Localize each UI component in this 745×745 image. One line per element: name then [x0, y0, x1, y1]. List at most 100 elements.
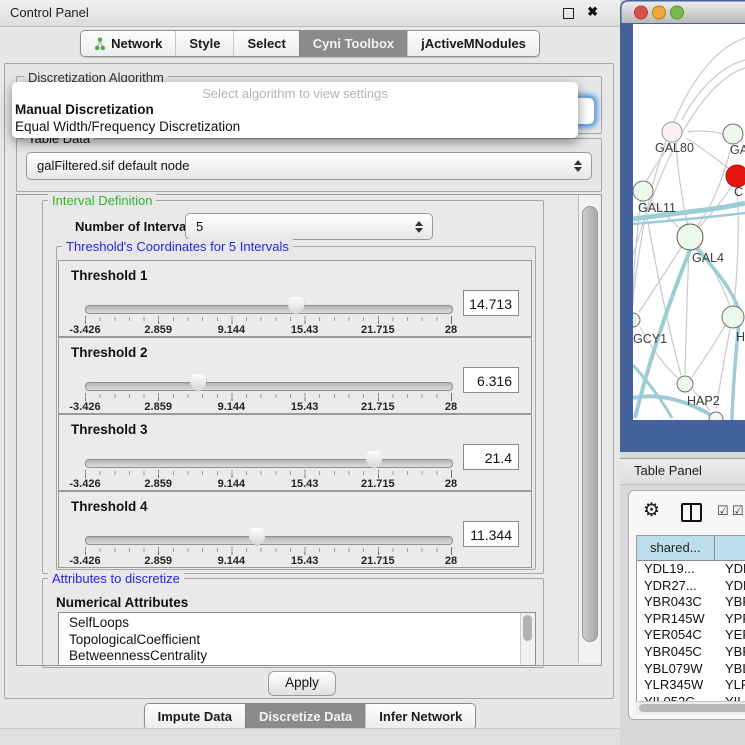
node-label-ga: GA	[730, 143, 745, 157]
horizontal-scrollbar[interactable]	[636, 701, 745, 714]
gear-icon[interactable]: ⚙	[643, 499, 660, 522]
node-h[interactable]	[722, 306, 744, 328]
threshold-2-slider[interactable]: -3.426 2.859 9.144 15.43 21.715 28	[85, 374, 451, 414]
table-row[interactable]: YBR045CYBR0	[637, 644, 745, 661]
slider-minor-ticks	[85, 548, 451, 552]
threshold-panel-1: Threshold 1 -3.426 2.859 9.144 15.43 21.…	[58, 260, 532, 337]
tab-cyni-toolbox[interactable]: Cyni Toolbox	[299, 31, 407, 56]
mac-close-button[interactable]	[635, 6, 648, 19]
table-row[interactable]: YLR345WYLR3	[637, 677, 745, 694]
tab-select[interactable]: Select	[233, 31, 298, 56]
node-gal11[interactable]	[633, 181, 653, 201]
slider-scale: -3.426 2.859 9.144 15.43 21.715 28	[85, 555, 451, 568]
table-row[interactable]: YDL19...YDL1	[637, 561, 745, 578]
table-row[interactable]: YBR043CYBR0	[637, 594, 745, 611]
network-icon	[94, 37, 106, 51]
slider-minor-ticks	[85, 471, 451, 475]
node-label-hap2: HAP2	[687, 394, 720, 408]
attributes-list[interactable]: SelfLoops TopologicalCoefficient Between…	[58, 612, 536, 666]
attributes-group-label: Attributes to discretize	[48, 571, 184, 586]
numerical-attributes-label: Numerical Attributes	[56, 595, 188, 610]
slider-track[interactable]	[85, 459, 453, 468]
table-row[interactable]: YDR27...YDR2	[637, 578, 745, 595]
attributes-list-scrollbar[interactable]	[520, 613, 535, 665]
network-view-window[interactable]: GAL80 GA C GAL11 GAL4 GCY1 H HAP2	[620, 0, 745, 452]
threshold-panel-4: Threshold 4 -3.426 2.859 9.144 15.43 21.…	[58, 491, 532, 568]
table-panel-window: ⚙ ☑ ☑ shared... na YDL19...YDL1 YDR27...…	[628, 490, 745, 720]
num-intervals-value: 5	[196, 219, 203, 234]
slider-track[interactable]	[85, 382, 453, 391]
threshold-2-value-field[interactable]: 6.316	[463, 367, 519, 393]
list-item[interactable]: BetweennessCentrality	[59, 648, 535, 665]
horizontal-scrollbar-thumb[interactable]	[639, 704, 745, 712]
mac-zoom-button[interactable]	[671, 6, 684, 19]
mac-minimize-button[interactable]	[653, 6, 666, 19]
tab-jactivemnodules[interactable]: jActiveMNodules	[407, 31, 539, 56]
close-icon[interactable]: ✖	[587, 4, 598, 20]
node-label-gal80: GAL80	[655, 141, 694, 155]
threshold-1-value-field[interactable]: 14.713	[463, 290, 519, 316]
slider-track[interactable]	[85, 536, 453, 545]
table-row[interactable]: YPR145WYPR1	[637, 611, 745, 628]
tab-network-label: Network	[111, 36, 162, 51]
node-hap2[interactable]	[677, 376, 693, 392]
threshold-1-label: Threshold 1	[71, 268, 148, 283]
column-header-shared-name[interactable]: shared...	[637, 536, 715, 560]
threshold-3-slider[interactable]: -3.426 2.859 9.144 15.43 21.715 28	[85, 451, 451, 491]
list-item[interactable]: SelfLoops	[59, 613, 535, 632]
table-data-value: galFiltered.sif default node	[37, 158, 189, 173]
node-gal4[interactable]	[677, 224, 703, 250]
apply-button[interactable]: Apply	[268, 671, 336, 696]
num-intervals-combobox[interactable]: 5	[185, 213, 433, 240]
table-panel-titlebar: Table Panel	[620, 458, 745, 485]
control-panel-title: Control Panel	[10, 5, 89, 20]
table-row[interactable]: YER054CYER0	[637, 627, 745, 644]
table-data-combobox[interactable]: galFiltered.sif default node	[26, 152, 592, 180]
table-row[interactable]: YBL079WYBL0	[637, 661, 745, 678]
tab-discretize-data[interactable]: Discretize Data	[245, 704, 365, 729]
screen: Control Panel ✖ Network Style Sel	[0, 0, 745, 745]
tab-style[interactable]: Style	[175, 31, 233, 56]
float-window-icon[interactable]	[563, 8, 574, 19]
control-panel-titlebar: Control Panel ✖	[0, 0, 620, 27]
checkbox-icon[interactable]: ☑	[717, 503, 729, 519]
interval-definition-label: Interval Definition	[48, 193, 156, 208]
vertical-scrollbar[interactable]	[578, 195, 600, 663]
node-selected-red[interactable]	[726, 165, 745, 187]
combo-spinner-icon	[574, 160, 582, 172]
threshold-3-value-field[interactable]: 21.4	[463, 444, 519, 470]
node-label-gal11: GAL11	[638, 201, 676, 215]
threshold-4-slider[interactable]: -3.426 2.859 9.144 15.43 21.715 28	[85, 528, 451, 568]
threshold-1-slider[interactable]: -3.426 2.859 9.144 15.43 21.715 28	[85, 297, 451, 337]
checkbox-icon[interactable]: ☑	[732, 503, 744, 519]
threshold-4-value-field[interactable]: 11.344	[463, 521, 519, 547]
algorithm-option-manual[interactable]: Manual Discretization	[15, 102, 154, 117]
algorithm-dropdown-popup: Select algorithm to view settings Manual…	[12, 82, 578, 138]
node-attribute-table[interactable]: shared... na YDL19...YDL1 YDR27...YDR2 Y…	[636, 535, 745, 711]
attributes-list-scrollbar-thumb[interactable]	[523, 615, 532, 641]
thresholds-group-label: Threshold's Coordinates for 5 Intervals	[62, 239, 293, 254]
slider-minor-ticks	[85, 317, 451, 321]
slider-scale: -3.426 2.859 9.144 15.43 21.715 28	[85, 324, 451, 337]
threshold-panel-3: Threshold 3 -3.426 2.859 9.144 15.43 21.…	[58, 414, 532, 491]
control-panel-window: Control Panel ✖ Network Style Sel	[0, 0, 620, 745]
threshold-3-label: Threshold 3	[71, 422, 148, 437]
slider-track[interactable]	[85, 305, 453, 314]
bottom-tabstrip: Impute Data Discretize Data Infer Networ…	[0, 703, 620, 730]
threshold-2-label: Threshold 2	[71, 345, 148, 360]
tab-impute-data[interactable]: Impute Data	[145, 704, 245, 729]
algorithm-dropdown-hint: Select algorithm to view settings	[12, 86, 578, 101]
combo-spinner-icon	[415, 221, 423, 233]
node-top-right[interactable]	[723, 124, 743, 144]
column-header-name[interactable]: na	[715, 536, 745, 560]
tab-infer-network[interactable]: Infer Network	[365, 704, 475, 729]
algorithm-option-equal-width[interactable]: Equal Width/Frequency Discretization	[15, 119, 240, 134]
tab-network[interactable]: Network	[81, 31, 175, 56]
vertical-scrollbar-thumb[interactable]	[582, 206, 598, 642]
node-label-h: H	[736, 330, 745, 344]
list-item[interactable]: TopologicalCoefficient	[59, 632, 535, 649]
split-table-icon[interactable]	[681, 503, 702, 522]
bottom-strip	[0, 728, 620, 745]
top-tabgroup: Network Style Select Cyni Toolbox jActiv…	[80, 30, 540, 57]
node-gal80[interactable]	[662, 122, 682, 142]
